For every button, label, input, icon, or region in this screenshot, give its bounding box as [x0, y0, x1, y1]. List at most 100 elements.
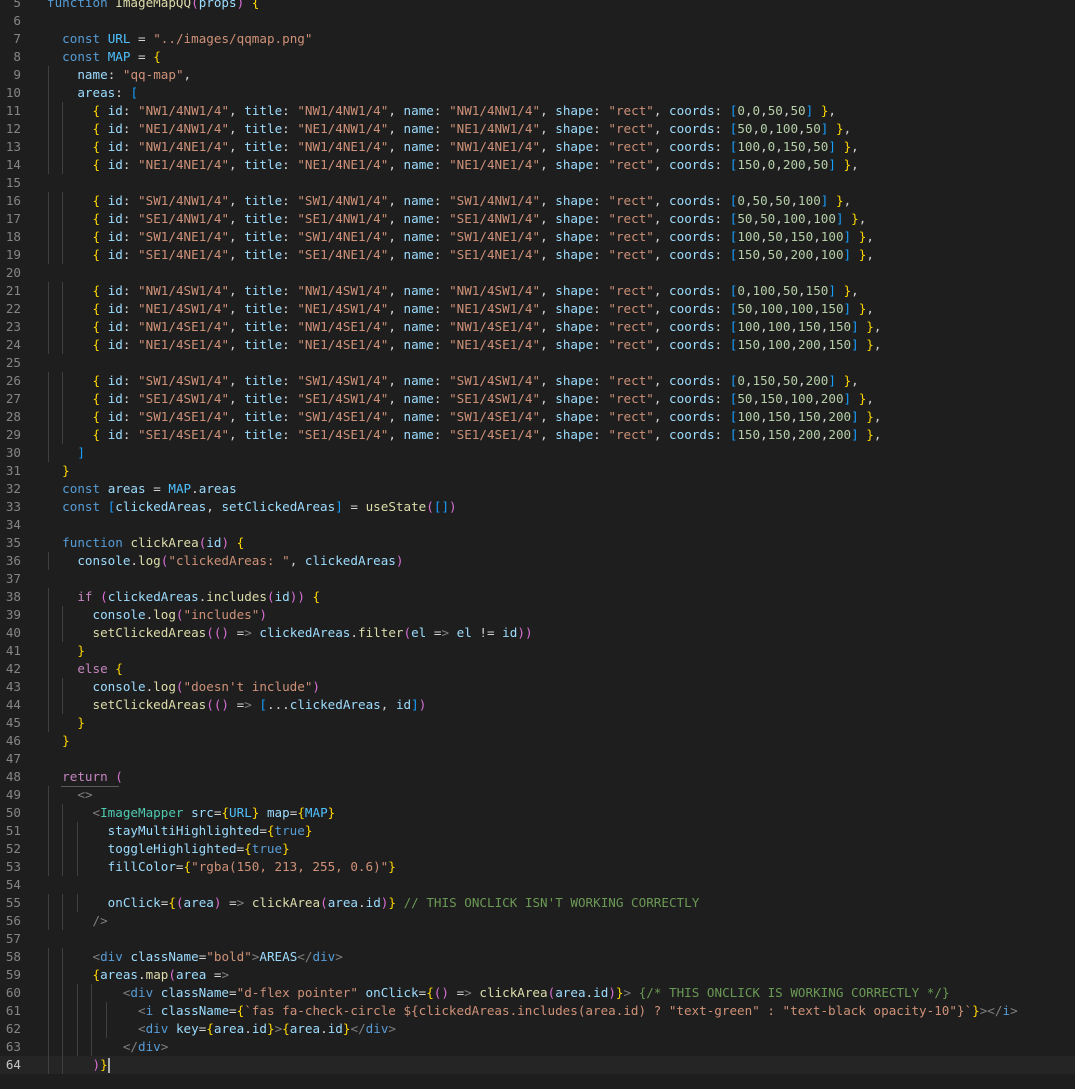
code-line[interactable]: 23 { id: "NW1/4SE1/4", title: "NW1/4SE1/…: [0, 318, 1075, 336]
code-line[interactable]: 5 function ImageMapQQ(props) {: [0, 0, 1075, 12]
code-editor[interactable]: 5 function ImageMapQQ(props) {6 7 const UR…: [0, 0, 1075, 1089]
code-line[interactable]: 18 { id: "SW1/4NE1/4", title: "SW1/4NE1/…: [0, 228, 1075, 246]
code-line[interactable]: 62 <div key={area.id}>{area.id}</div>: [0, 1020, 1075, 1038]
code-line[interactable]: 49 <>: [0, 786, 1075, 804]
code-line[interactable]: 46 }: [0, 732, 1075, 750]
code-line[interactable]: 48 return (: [0, 768, 1075, 786]
line-number: 15: [5, 175, 21, 190]
code-line[interactable]: 7 const URL = "../images/qqmap.png": [0, 30, 1075, 48]
code-line[interactable]: 36 console.log("clickedAreas: ", clicked…: [0, 552, 1075, 570]
code-line[interactable]: 6: [0, 12, 1075, 30]
code-line[interactable]: 19 { id: "SE1/4NE1/4", title: "SE1/4NE1/…: [0, 246, 1075, 264]
code-line[interactable]: 15: [0, 174, 1075, 192]
line-number: 39: [5, 607, 21, 622]
code-line[interactable]: 24 { id: "NE1/4SE1/4", title: "NE1/4SE1/…: [0, 336, 1075, 354]
code-text: areas: [: [77, 85, 139, 100]
code-line[interactable]: 25: [0, 354, 1075, 372]
code-line[interactable]: 42 else {: [0, 660, 1075, 678]
code-text: fillColor={"rgba(150, 213, 255, 0.6)"}: [107, 859, 396, 874]
code-line[interactable]: 9 name: "qq-map",: [0, 66, 1075, 84]
code-line[interactable]: 55 onClick={(area) => clickArea(area.id)…: [0, 894, 1075, 912]
code-line[interactable]: 11 { id: "NW1/4NW1/4", title: "NW1/4NW1/…: [0, 102, 1075, 120]
code-line[interactable]: 50 <ImageMapper src={URL} map={MAP}: [0, 804, 1075, 822]
code-text: onClick={(area) => clickArea(area.id)} /…: [107, 895, 700, 910]
code-text: const [clickedAreas, setClickedAreas] = …: [62, 499, 457, 514]
code-line[interactable]: 39 console.log("includes"): [0, 606, 1075, 624]
code-line[interactable]: 28 { id: "SW1/4SE1/4", title: "SW1/4SE1/…: [0, 408, 1075, 426]
code-line[interactable]: 57: [0, 930, 1075, 948]
code-text: }: [77, 715, 85, 730]
code-text: console.log("clickedAreas: ", clickedAre…: [77, 553, 404, 568]
code-text: { id: "SW1/4NW1/4", title: "SW1/4NW1/4",…: [92, 193, 852, 208]
code-text: { id: "NW1/4SE1/4", title: "NW1/4SE1/4",…: [92, 319, 882, 334]
code-text: { id: "SE1/4NE1/4", title: "SE1/4NE1/4",…: [92, 247, 874, 262]
code-line[interactable]: 13 { id: "NW1/4NE1/4", title: "NW1/4NE1/…: [0, 138, 1075, 156]
line-number: 41: [5, 643, 21, 658]
code-line[interactable]: 41 }: [0, 642, 1075, 660]
code-text: toggleHighlighted={true}: [107, 841, 290, 856]
code-line[interactable]: 30 ]: [0, 444, 1075, 462]
code-line[interactable]: 26 { id: "SW1/4SW1/4", title: "SW1/4SW1/…: [0, 372, 1075, 390]
code-line[interactable]: 12 { id: "NE1/4NW1/4", title: "NE1/4NW1/…: [0, 120, 1075, 138]
code-line[interactable]: 21 { id: "NW1/4SW1/4", title: "NW1/4SW1/…: [0, 282, 1075, 300]
code-text: { id: "NW1/4NW1/4", title: "NW1/4NW1/4",…: [92, 103, 837, 118]
code-line[interactable]: 63 </div>: [0, 1038, 1075, 1056]
code-line[interactable]: 17 { id: "SE1/4NW1/4", title: "SE1/4NW1/…: [0, 210, 1075, 228]
code-line[interactable]: 53 fillColor={"rgba(150, 213, 255, 0.6)"…: [0, 858, 1075, 876]
code-text: function ImageMapQQ(props) {: [47, 0, 260, 10]
code-line[interactable]: 59 {areas.map(area =>: [0, 966, 1075, 984]
code-line[interactable]: 16 { id: "SW1/4NW1/4", title: "SW1/4NW1/…: [0, 192, 1075, 210]
line-number: 7: [13, 31, 21, 46]
line-number: 33: [5, 499, 21, 514]
code-line[interactable]: 52 toggleHighlighted={true}: [0, 840, 1075, 858]
line-number: 29: [5, 427, 21, 442]
line-number: 18: [5, 229, 21, 244]
line-number: 26: [5, 373, 21, 388]
code-line[interactable]: 27 { id: "SE1/4SW1/4", title: "SE1/4SW1/…: [0, 390, 1075, 408]
code-line[interactable]: 43 console.log("doesn't include"): [0, 678, 1075, 696]
code-line[interactable]: 33 const [clickedAreas, setClickedAreas]…: [0, 498, 1075, 516]
code-text: const MAP = {: [62, 49, 161, 64]
code-text: console.log("doesn't include"): [92, 679, 321, 694]
code-line[interactable]: 56 />: [0, 912, 1075, 930]
code-text: { id: "NW1/4NE1/4", title: "NW1/4NE1/4",…: [92, 139, 859, 154]
code-line[interactable]: 44 setClickedAreas(() => [...clickedArea…: [0, 696, 1075, 714]
line-number: 52: [5, 841, 21, 856]
code-line[interactable]: 58 <div className="bold">AREAS</div>: [0, 948, 1075, 966]
line-number: 27: [5, 391, 21, 406]
code-line[interactable]: 47: [0, 750, 1075, 768]
code-line[interactable]: 37: [0, 570, 1075, 588]
code-line[interactable]: 38 if (clickedAreas.includes(id)) {: [0, 588, 1075, 606]
code-line[interactable]: 54: [0, 876, 1075, 894]
code-line[interactable]: 20: [0, 264, 1075, 282]
code-line[interactable]: 45 }: [0, 714, 1075, 732]
line-number: 25: [5, 355, 21, 370]
code-line[interactable]: 51 stayMultiHighlighted={true}: [0, 822, 1075, 840]
line-number: 37: [5, 571, 21, 586]
code-line[interactable]: 32 const areas = MAP.areas: [0, 480, 1075, 498]
code-line[interactable]: 64 )}: [0, 1056, 1075, 1074]
code-text: { id: "SE1/4NW1/4", title: "SE1/4NW1/4",…: [92, 211, 867, 226]
code-text: <div key={area.id}>{area.id}</div>: [138, 1021, 396, 1036]
code-line[interactable]: 35 function clickArea(id) {: [0, 534, 1075, 552]
line-number: 49: [5, 787, 21, 802]
code-line[interactable]: 14 { id: "NE1/4NE1/4", title: "NE1/4NE1/…: [0, 156, 1075, 174]
code-text: ]: [77, 445, 85, 460]
line-number: 12: [5, 121, 21, 136]
code-line[interactable]: 34: [0, 516, 1075, 534]
line-number: 57: [5, 931, 21, 946]
line-number: 40: [5, 625, 21, 640]
code-text: { id: "SE1/4SW1/4", title: "SE1/4SW1/4",…: [92, 391, 874, 406]
code-line[interactable]: 60 <div className="d-flex pointer" onCli…: [0, 984, 1075, 1002]
line-number: 19: [5, 247, 21, 262]
line-number: 23: [5, 319, 21, 334]
code-line[interactable]: 40 setClickedAreas(() => clickedAreas.fi…: [0, 624, 1075, 642]
code-line[interactable]: 61 <i className={`fas fa-check-circle ${…: [0, 1002, 1075, 1020]
code-text: { id: "NE1/4NE1/4", title: "NE1/4NE1/4",…: [92, 157, 859, 172]
code-line[interactable]: 22 { id: "NE1/4SW1/4", title: "NE1/4SW1/…: [0, 300, 1075, 318]
code-line[interactable]: 10 areas: [: [0, 84, 1075, 102]
code-line[interactable]: 8 const MAP = {: [0, 48, 1075, 66]
code-line[interactable]: 29 { id: "SE1/4SE1/4", title: "SE1/4SE1/…: [0, 426, 1075, 444]
code-text: )}: [92, 1057, 110, 1073]
code-line[interactable]: 31 }: [0, 462, 1075, 480]
